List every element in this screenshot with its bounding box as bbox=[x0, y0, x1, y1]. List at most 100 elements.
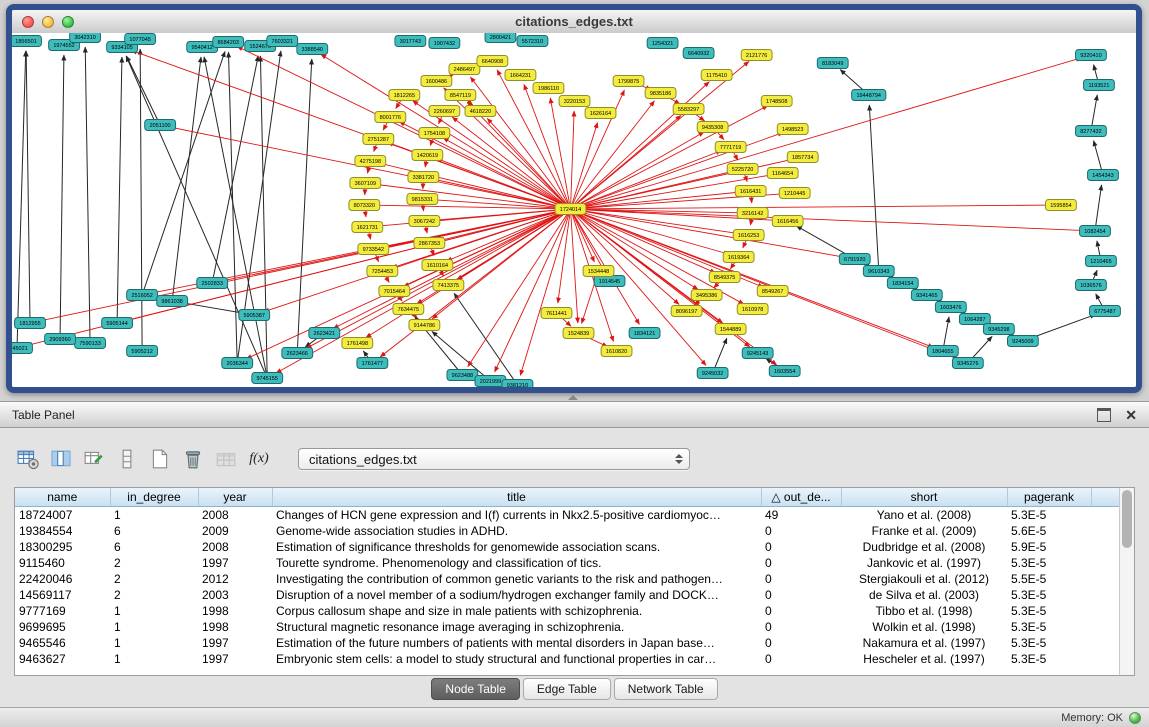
create-table-button[interactable] bbox=[146, 446, 174, 472]
network-edge[interactable] bbox=[60, 55, 64, 339]
network-node[interactable]: 1600486 bbox=[421, 76, 452, 87]
network-node[interactable]: 1748508 bbox=[761, 96, 792, 107]
table-cell[interactable]: 6 bbox=[110, 539, 198, 555]
table-cell[interactable]: 2009 bbox=[198, 523, 272, 539]
network-node[interactable]: 2021999 bbox=[475, 376, 506, 387]
network-node[interactable]: 1210465 bbox=[1086, 256, 1117, 267]
network-node[interactable]: 2486497 bbox=[449, 64, 480, 75]
table-cell[interactable]: Structural magnetic resonance image aver… bbox=[272, 619, 761, 635]
network-edge[interactable] bbox=[297, 59, 312, 353]
table-row[interactable]: 977716911998Corpus callosum shape and si… bbox=[15, 603, 1119, 619]
network-node[interactable]: 1616253 bbox=[733, 230, 764, 241]
table-cell[interactable]: Embryonic stem cells: a model to study s… bbox=[272, 651, 761, 667]
network-node[interactable]: 5225720 bbox=[727, 164, 758, 175]
network-node[interactable]: 9745155 bbox=[252, 373, 283, 384]
network-edge[interactable] bbox=[276, 209, 571, 373]
network-edge[interactable] bbox=[260, 56, 267, 378]
network-window-titlebar[interactable]: citations_edges.txt bbox=[12, 10, 1136, 34]
network-node[interactable]: 6640908 bbox=[477, 56, 508, 67]
network-node[interactable]: 8549267 bbox=[757, 286, 788, 297]
network-node[interactable]: 8001776 bbox=[375, 112, 406, 123]
network-edge[interactable] bbox=[570, 58, 1081, 209]
network-node[interactable]: 1754108 bbox=[419, 128, 450, 139]
network-node[interactable]: 1616431 bbox=[735, 186, 766, 197]
network-node[interactable]: 1064287 bbox=[959, 314, 990, 325]
tab-node-table[interactable]: Node Table bbox=[431, 678, 520, 700]
network-edge[interactable] bbox=[228, 52, 237, 363]
network-node[interactable]: 1610164 bbox=[422, 260, 453, 271]
network-node[interactable]: 9245143 bbox=[742, 348, 773, 359]
network-node[interactable]: 1834121 bbox=[629, 328, 660, 339]
network-node[interactable]: 7590133 bbox=[75, 338, 106, 349]
network-node[interactable]: 1603476 bbox=[935, 302, 966, 313]
network-node[interactable]: 1603554 bbox=[769, 366, 800, 377]
network-node[interactable]: 8073320 bbox=[349, 200, 380, 211]
table-cell[interactable]: 22420046 bbox=[15, 571, 110, 587]
table-cell[interactable]: 1 bbox=[110, 635, 198, 651]
network-node[interactable]: 2909360 bbox=[45, 334, 76, 345]
network-node[interactable]: 1077045 bbox=[125, 34, 156, 45]
table-cell[interactable]: 0 bbox=[761, 587, 841, 603]
network-node[interactable]: 1254321 bbox=[647, 38, 678, 49]
network-node[interactable]: 2502833 bbox=[197, 278, 228, 289]
network-node[interactable]: 1907432 bbox=[429, 38, 460, 49]
network-node[interactable]: 5905387 bbox=[239, 310, 270, 321]
table-cell[interactable]: Wolkin et al. (1998) bbox=[841, 619, 1007, 635]
network-node[interactable]: 1534448 bbox=[583, 266, 614, 277]
table-cell[interactable]: Genome-wide association studies in ADHD. bbox=[272, 523, 761, 539]
table-row[interactable]: 946554611997Estimation of the future num… bbox=[15, 635, 1119, 651]
network-node[interactable]: 9320410 bbox=[1076, 50, 1107, 61]
network-edge[interactable] bbox=[570, 209, 577, 323]
network-node[interactable]: 8183049 bbox=[817, 58, 848, 69]
table-cell[interactable]: 2 bbox=[110, 555, 198, 571]
table-cell[interactable]: 2008 bbox=[198, 506, 272, 523]
table-cell[interactable]: Disruption of a novel member of a sodium… bbox=[272, 587, 761, 603]
network-edge[interactable] bbox=[570, 61, 748, 209]
table-cell[interactable]: 9465546 bbox=[15, 635, 110, 651]
table-cell[interactable]: 2 bbox=[110, 571, 198, 587]
network-node[interactable]: 1454343 bbox=[1088, 170, 1119, 181]
table-cell[interactable]: 2 bbox=[110, 587, 198, 603]
table-cell[interactable]: 1997 bbox=[198, 651, 272, 667]
network-node[interactable]: 2051100 bbox=[145, 120, 176, 131]
table-cell[interactable]: 0 bbox=[761, 555, 841, 571]
table-cell[interactable]: Investigating the contribution of common… bbox=[272, 571, 761, 587]
network-node[interactable]: 9341465 bbox=[911, 290, 942, 301]
network-node[interactable]: 1036576 bbox=[1076, 280, 1107, 291]
network-edge[interactable] bbox=[869, 105, 878, 271]
table-cell[interactable]: Estimation of significance thresholds fo… bbox=[272, 539, 761, 555]
network-node[interactable]: 2121776 bbox=[741, 50, 772, 61]
table-cell[interactable]: 18300295 bbox=[15, 539, 110, 555]
table-cell[interactable]: Tourette syndrome. Phenomenology and cla… bbox=[272, 555, 761, 571]
network-edge[interactable] bbox=[117, 57, 122, 323]
network-node[interactable]: 6791920 bbox=[839, 254, 870, 265]
table-cell[interactable]: 5.3E-5 bbox=[1007, 635, 1091, 651]
network-node[interactable]: 7603321 bbox=[267, 36, 298, 47]
network-node[interactable]: 7611441 bbox=[541, 308, 572, 319]
network-node[interactable]: 9144786 bbox=[409, 320, 440, 331]
delete-table-button[interactable] bbox=[179, 446, 207, 472]
minimize-window-button[interactable] bbox=[42, 16, 54, 28]
network-node[interactable]: 1626164 bbox=[585, 108, 616, 119]
network-node[interactable]: 7634475 bbox=[393, 304, 424, 315]
table-row[interactable]: 969969511998Structural magnetic resonanc… bbox=[15, 619, 1119, 635]
network-edge[interactable] bbox=[140, 49, 142, 351]
network-node[interactable]: 3216142 bbox=[737, 208, 768, 219]
network-node[interactable]: 9815331 bbox=[407, 194, 438, 205]
row-tools-button[interactable] bbox=[113, 446, 141, 472]
column-header-pagerank[interactable]: pagerank bbox=[1007, 488, 1091, 506]
network-node[interactable]: 2260697 bbox=[429, 106, 460, 117]
network-node[interactable]: 9835186 bbox=[645, 88, 676, 99]
table-cell[interactable]: 6 bbox=[110, 523, 198, 539]
table-cell[interactable]: Hescheler et al. (1997) bbox=[841, 651, 1007, 667]
table-cell[interactable]: 2012 bbox=[198, 571, 272, 587]
network-edge[interactable] bbox=[570, 111, 574, 209]
column-header-title[interactable]: title bbox=[272, 488, 761, 506]
network-edge[interactable] bbox=[17, 51, 26, 348]
tab-edge-table[interactable]: Edge Table bbox=[523, 678, 611, 700]
network-node[interactable]: 3381720 bbox=[408, 172, 439, 183]
network-node[interactable]: 5905212 bbox=[127, 346, 158, 357]
network-node[interactable]: 2516052 bbox=[127, 290, 158, 301]
network-edge[interactable] bbox=[85, 47, 90, 343]
network-edge[interactable] bbox=[570, 205, 1050, 209]
